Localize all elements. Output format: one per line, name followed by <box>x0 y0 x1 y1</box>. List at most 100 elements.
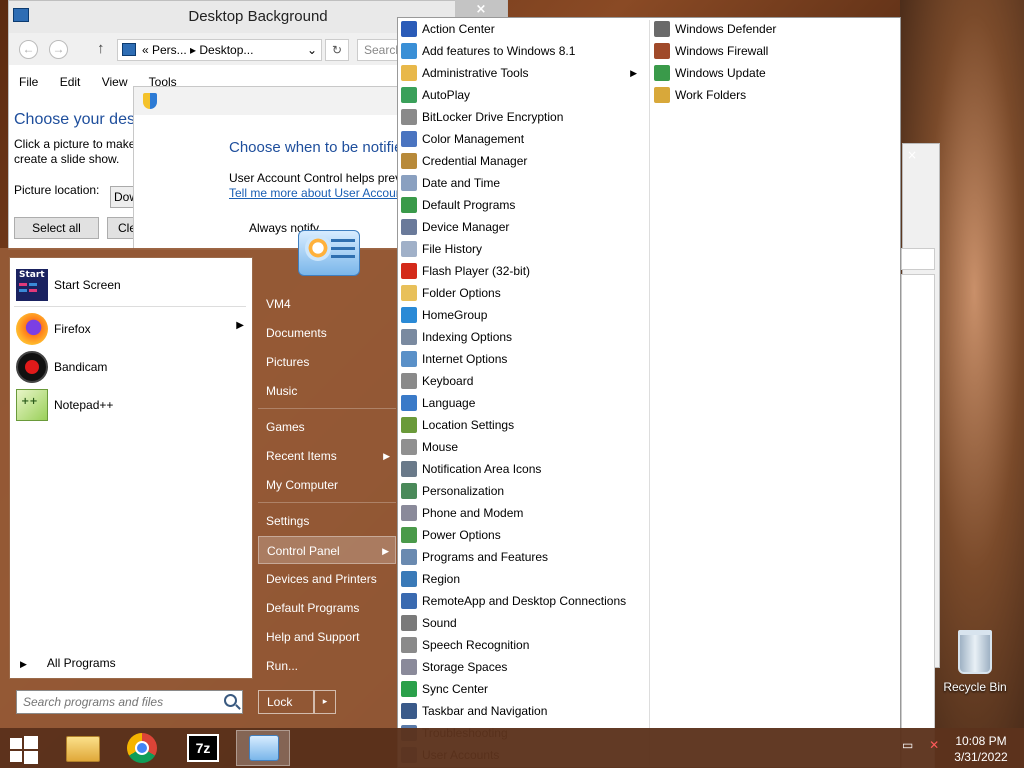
all-programs-arrow-icon: ▶ <box>20 659 27 669</box>
start-search-box[interactable] <box>16 690 243 714</box>
cp-item[interactable]: Default Programs <box>398 194 643 216</box>
location-icon <box>401 417 417 433</box>
refresh-button[interactable]: ↻ <box>325 39 349 61</box>
cp-item-label: Indexing Options <box>422 330 513 344</box>
lock-button[interactable]: Lock <box>258 690 314 714</box>
cp-item[interactable]: Action Center <box>398 18 643 40</box>
cp-item[interactable]: File History <box>398 238 643 260</box>
cp-item[interactable]: Windows Defender <box>651 18 896 40</box>
dialog-combo[interactable] <box>901 248 935 270</box>
cp-item[interactable]: Indexing Options <box>398 326 643 348</box>
cp-item[interactable]: Sound <box>398 612 643 634</box>
cp-item[interactable]: Add features to Windows 8.1 <box>398 40 643 62</box>
start-right-help-support[interactable]: Help and Support <box>258 623 396 651</box>
cp-item[interactable]: BitLocker Drive Encryption <box>398 106 643 128</box>
address-bar[interactable]: « Pers... ▸ Desktop... ⌄ <box>117 39 322 61</box>
taskbar-clock[interactable]: 10:08 PM 3/31/2022 <box>948 733 1014 765</box>
start-right-recent-items[interactable]: Recent Items ▶ <box>258 442 396 470</box>
recycle-bin[interactable]: Recycle Bin <box>940 630 1010 694</box>
cp-item-label: Administrative Tools <box>422 66 529 80</box>
cp-item[interactable]: Speech Recognition <box>398 634 643 656</box>
dialog-close-icon[interactable]: × <box>907 148 917 162</box>
cp-item[interactable]: Folder Options <box>398 282 643 304</box>
cp-item[interactable]: Sync Center <box>398 678 643 700</box>
pinned-label: Firefox <box>54 322 91 336</box>
cp-item[interactable]: Keyboard <box>398 370 643 392</box>
menu-file[interactable]: File <box>19 75 38 89</box>
submenu-arrow-icon[interactable]: ▶ <box>236 320 244 331</box>
taskbar-chrome[interactable] <box>116 730 170 766</box>
pinned-notepadpp[interactable]: ++ Notepad++ <box>14 386 250 422</box>
cp-item[interactable]: Administrative Tools ▶ <box>398 62 643 84</box>
shutdown-options-arrow[interactable]: ▸ <box>314 690 336 714</box>
start-right-music[interactable]: Music <box>258 377 396 405</box>
cp-item[interactable]: Location Settings <box>398 414 643 436</box>
cp-item[interactable]: Color Management <box>398 128 643 150</box>
cp-item[interactable]: Notification Area Icons <box>398 458 643 480</box>
drive-lock-icon <box>401 109 417 125</box>
gauge-icon <box>305 235 331 261</box>
start-right-settings[interactable]: Settings <box>258 507 396 535</box>
cp-item[interactable]: Mouse <box>398 436 643 458</box>
start-right-vm4[interactable]: VM4 <box>258 290 396 318</box>
cp-item[interactable]: Work Folders <box>651 84 896 106</box>
cp-item[interactable]: Language <box>398 392 643 414</box>
cp-item[interactable]: Windows Update <box>651 62 896 84</box>
cp-item[interactable]: Programs and Features <box>398 546 643 568</box>
start-right-games[interactable]: Games <box>258 413 396 441</box>
flash-icon <box>401 263 417 279</box>
cp-item[interactable]: Date and Time <box>398 172 643 194</box>
remoteapp-icon <box>401 593 417 609</box>
chrome-icon <box>127 733 157 763</box>
cp-item[interactable]: Personalization <box>398 480 643 502</box>
address-dropdown-icon[interactable]: ⌄ <box>307 40 317 60</box>
cp-item[interactable]: Flash Player (32-bit) <box>398 260 643 282</box>
explorer-title: Desktop Background <box>188 8 328 25</box>
forward-button[interactable]: → <box>49 40 68 59</box>
pinned-firefox[interactable]: Firefox ▶ <box>14 310 250 346</box>
cp-item[interactable]: Credential Manager <box>398 150 643 172</box>
work-folders-icon <box>654 87 670 103</box>
cp-item-label: HomeGroup <box>422 308 488 322</box>
start-right-run[interactable]: Run... <box>258 652 396 680</box>
cp-item[interactable]: Device Manager <box>398 216 643 238</box>
search-icon[interactable] <box>224 694 237 707</box>
select-all-button[interactable]: Select all <box>14 217 99 239</box>
cp-item[interactable]: RemoteApp and Desktop Connections <box>398 590 643 612</box>
folder-icon <box>66 736 100 762</box>
cp-item[interactable]: Windows Firewall <box>651 40 896 62</box>
pinned-bandicam[interactable]: Bandicam <box>14 348 250 384</box>
start-right-pictures[interactable]: Pictures <box>258 348 396 376</box>
taskbar-control-panel[interactable] <box>236 730 290 766</box>
network-icon[interactable]: ▭ <box>902 738 913 752</box>
start-right-documents[interactable]: Documents <box>258 319 396 347</box>
back-button[interactable]: ← <box>19 40 38 59</box>
cp-item[interactable]: HomeGroup <box>398 304 643 326</box>
cp-item[interactable]: Phone and Modem <box>398 502 643 524</box>
dialog-list[interactable] <box>901 274 935 768</box>
start-search-input[interactable] <box>17 691 212 713</box>
all-programs-button[interactable]: ▶ All Programs <box>20 656 116 670</box>
pinned-start-screen[interactable]: Start Start Screen <box>14 266 250 302</box>
personalization-icon <box>401 483 417 499</box>
start-right-my-computer[interactable]: My Computer <box>258 471 396 499</box>
cp-item-label: Sync Center <box>422 682 489 696</box>
cp-item[interactable]: Internet Options <box>398 348 643 370</box>
volume-muted-icon[interactable]: ✕ <box>929 738 939 752</box>
folder-icon <box>401 65 417 81</box>
cp-item[interactable]: Power Options <box>398 524 643 546</box>
menu-edit[interactable]: Edit <box>60 75 81 89</box>
cp-item[interactable]: Storage Spaces <box>398 656 643 678</box>
cp-item[interactable]: AutoPlay <box>398 84 643 106</box>
menu-view[interactable]: View <box>102 75 128 89</box>
start-right-devices-printers[interactable]: Devices and Printers <box>258 565 396 593</box>
cp-item[interactable]: Region <box>398 568 643 590</box>
uac-help-link[interactable]: Tell me more about User Account <box>229 186 397 200</box>
start-right-default-programs[interactable]: Default Programs <box>258 594 396 622</box>
taskbar-7zip[interactable]: 7z <box>176 730 230 766</box>
taskbar-file-explorer[interactable] <box>56 730 110 766</box>
cp-item[interactable]: Taskbar and Navigation <box>398 700 643 722</box>
start-button[interactable] <box>0 730 50 766</box>
start-right-control-panel[interactable]: Control Panel ▶ <box>258 536 396 564</box>
up-button[interactable]: ↑ <box>97 40 105 57</box>
